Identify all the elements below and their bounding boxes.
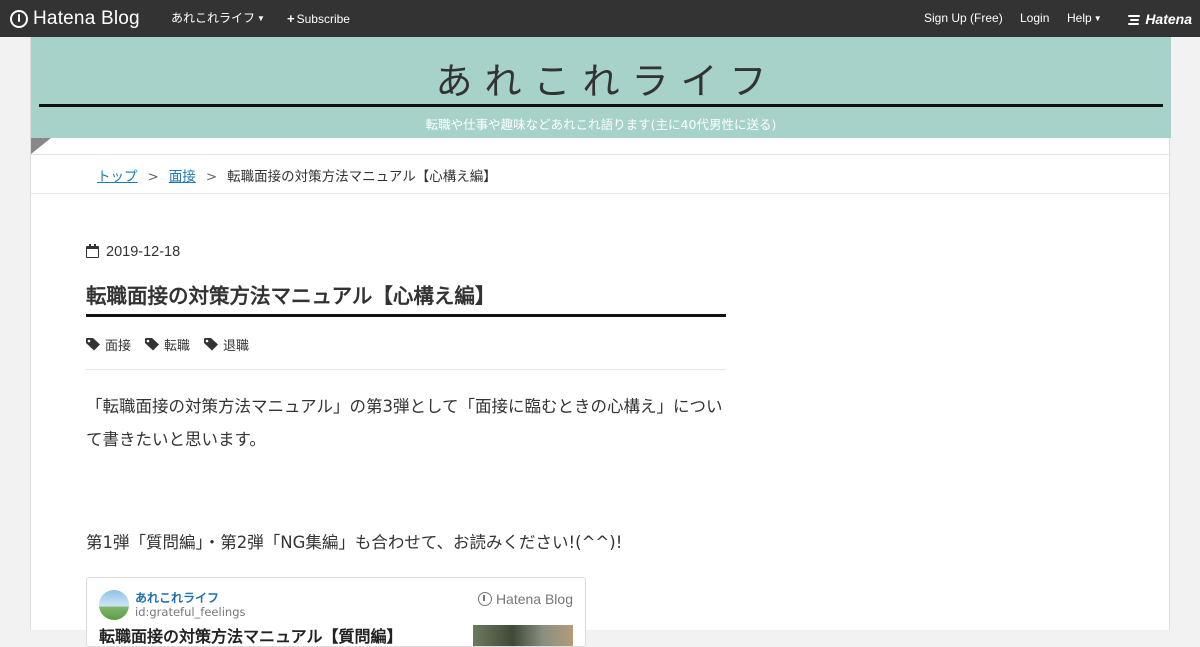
tag-icon bbox=[204, 337, 219, 350]
calendar-icon bbox=[86, 244, 99, 258]
tag-item[interactable]: 転職 bbox=[145, 334, 190, 354]
entry-title[interactable]: 転職面接の対策方法マニュアル【心構え編】 bbox=[86, 285, 726, 317]
breadcrumb: トップ > 面接 > 転職面接の対策方法マニュアル【心構え編】 bbox=[97, 165, 497, 185]
blog-header: あれこれライフ 転職や仕事や趣味などあれこれ語ります(主に40代男性に送る) bbox=[31, 37, 1171, 138]
blog-container: あれこれライフ 転職や仕事や趣味などあれこれ語ります(主に40代男性に送る) ト… bbox=[30, 37, 1171, 647]
plus-icon: + bbox=[287, 11, 295, 26]
subscribe-label: Subscribe bbox=[296, 12, 350, 26]
embed-title[interactable]: 転職面接の対策方法マニュアル【質問編】 bbox=[99, 623, 403, 646]
entry-tags: 面接 転職 退職 bbox=[86, 334, 726, 370]
breadcrumb-top-link[interactable]: トップ bbox=[97, 169, 138, 185]
tag-label: 面接 bbox=[105, 338, 132, 354]
tag-label: 退職 bbox=[223, 338, 250, 354]
hatena-brand-link[interactable]: Hatena bbox=[1128, 0, 1192, 37]
caret-down-icon: ▼ bbox=[1093, 14, 1102, 23]
hatena-blog-logo-icon bbox=[10, 9, 28, 28]
hatena-navbar: Hatena Blog あれこれライフ ▼ + Subscribe Sign Up … bbox=[0, 0, 1200, 37]
subscribe-button[interactable]: + Subscribe bbox=[287, 0, 350, 37]
header-divider bbox=[39, 104, 1163, 107]
signup-link[interactable]: Sign Up (Free) bbox=[924, 0, 1003, 37]
login-link[interactable]: Login bbox=[1020, 0, 1049, 37]
help-dropdown[interactable]: Help ▼ bbox=[1067, 0, 1102, 37]
embed-brand: Hatena Blog bbox=[477, 591, 573, 607]
blog-title[interactable]: あれこれライフ bbox=[31, 51, 1171, 105]
article: 2019-12-18 転職面接の対策方法マニュアル【心構え編】 面接 転職 退職… bbox=[86, 242, 726, 552]
avatar bbox=[99, 590, 129, 620]
breadcrumb-category-link[interactable]: 面接 bbox=[169, 169, 196, 185]
breadcrumb-bar: トップ > 面接 > 転職面接の対策方法マニュアル【心構え編】 bbox=[31, 154, 1171, 194]
help-label: Help bbox=[1067, 11, 1092, 25]
tag-item[interactable]: 退職 bbox=[204, 334, 249, 354]
embed-user-id: id:grateful_feelings bbox=[135, 605, 246, 619]
embed-blog-name[interactable]: あれこれライフ bbox=[135, 589, 219, 606]
hatena-blog-logo[interactable]: Hatena Blog bbox=[10, 6, 140, 31]
article-paragraph: 第1弾「質問編」・第2弾「NG集編」も合わせて、お読みください!(^^)! bbox=[86, 533, 623, 552]
tag-item[interactable]: 面接 bbox=[86, 334, 131, 354]
blog-menu-dropdown[interactable]: あれこれライフ ▼ bbox=[171, 0, 265, 37]
corner-fold-decoration bbox=[31, 138, 51, 154]
logo-text: Hatena Blog bbox=[33, 7, 140, 29]
breadcrumb-current: 転職面接の対策方法マニュアル【心構え編】 bbox=[227, 169, 497, 185]
hatena-blog-logo-icon bbox=[477, 592, 492, 606]
hatena-wind-icon bbox=[1128, 14, 1142, 25]
embed-thumbnail bbox=[473, 625, 573, 646]
article-paragraph: 「転職面接の対策方法マニュアル」の第3弾として「面接に臨むときの心構え」について… bbox=[86, 397, 723, 449]
tag-icon bbox=[145, 337, 160, 350]
tag-label: 転職 bbox=[164, 338, 191, 354]
hatena-brand-text: Hatena bbox=[1145, 10, 1192, 27]
blog-menu-label: あれこれライフ bbox=[171, 11, 256, 25]
entry-date[interactable]: 2019-12-18 bbox=[86, 242, 726, 262]
blog-description: 転職や仕事や趣味などあれこれ語ります(主に40代男性に送る) bbox=[425, 117, 777, 132]
embed-brand-text: Hatena Blog bbox=[495, 591, 573, 607]
blog-embed-card[interactable]: あれこれライフ id:grateful_feelings Hatena Blog… bbox=[86, 577, 586, 647]
entry-date-text: 2019-12-18 bbox=[106, 244, 181, 260]
breadcrumb-separator: > bbox=[147, 169, 159, 185]
caret-down-icon: ▼ bbox=[257, 14, 265, 23]
breadcrumb-separator: > bbox=[205, 169, 218, 185]
tag-icon bbox=[86, 337, 100, 350]
